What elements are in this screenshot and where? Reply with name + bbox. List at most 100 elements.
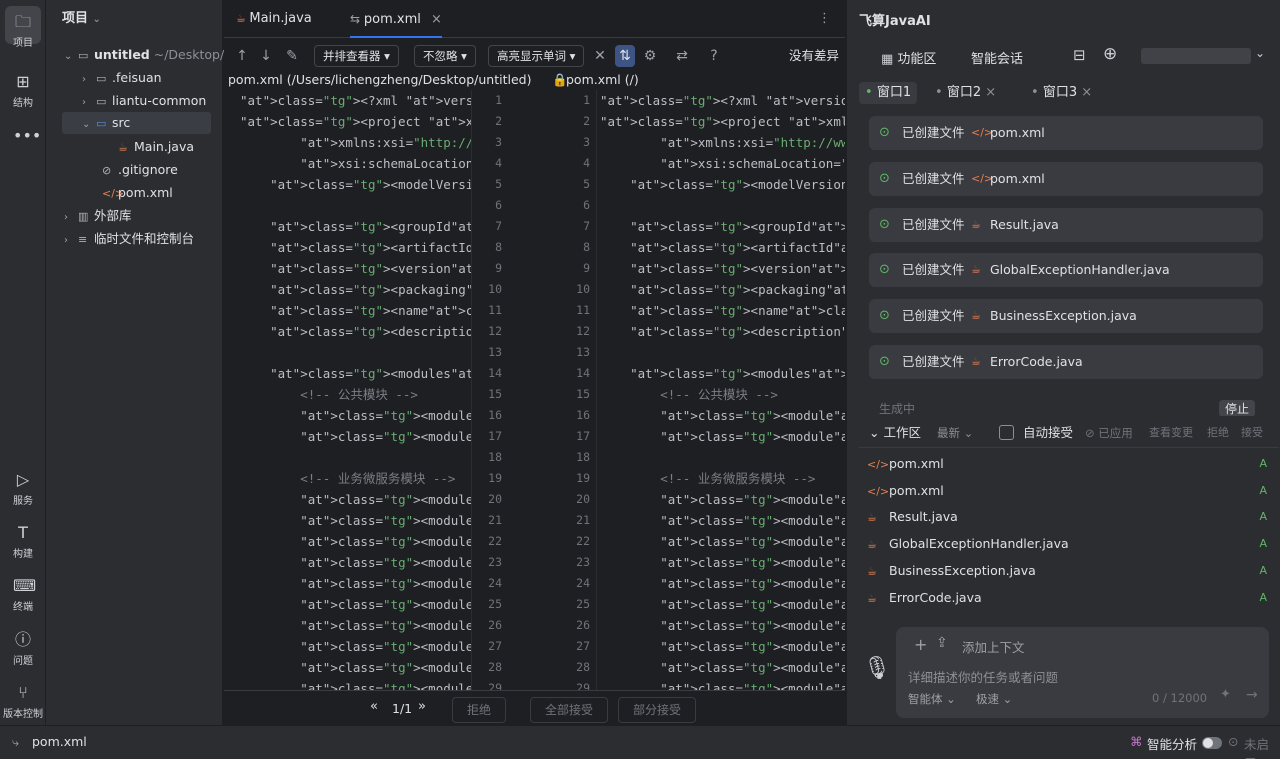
accept-all-button[interactable]: 全部接受 [530, 697, 609, 723]
activity-more[interactable]: ••• [0, 126, 46, 148]
workspace-file-name: pom.xml [889, 456, 944, 471]
reject-button[interactable]: 拒绝 [452, 697, 507, 723]
smart-analysis-toggle[interactable] [1202, 737, 1222, 749]
created-file-card[interactable]: ⊙ 已创建文件 ☕ GlobalExceptionHandler.java [869, 253, 1263, 288]
upload-icon[interactable]: ⇪ [936, 635, 948, 651]
speed-select[interactable]: 极速 ⌄ [976, 691, 1012, 707]
tree-item-liantu-common[interactable]: › ▭ liantu-common [46, 90, 223, 112]
activity-structure[interactable]: ⊞ 结构 [0, 72, 46, 109]
tree-label: untitled [94, 47, 150, 62]
chevron-down-icon: ⌄ [92, 14, 101, 25]
chat-tab[interactable]: 智能会话 [971, 48, 1023, 67]
chevron-down-icon: ⌄ [82, 119, 91, 130]
activity-build[interactable]: T 构建 [0, 523, 46, 560]
stop-button[interactable]: 停止 [1218, 400, 1255, 416]
workspace-file-row[interactable]: ☕ ErrorCode.java A [867, 585, 1273, 611]
ignore-select[interactable]: 不忽略 ▾ [414, 45, 476, 67]
tree-label: pom.xml [118, 185, 173, 200]
window-tab-1[interactable]: • 窗口1 [859, 82, 918, 104]
close-icon[interactable]: × [431, 12, 442, 27]
tab-main-java[interactable]: ☕ Main.java [236, 0, 312, 38]
add-context-button[interactable]: 添加上下文 [962, 637, 1025, 656]
sort-label: 最新 [937, 426, 960, 440]
viewer-select[interactable]: 并排查看器 ▾ [314, 45, 399, 67]
compare-icon[interactable]: ⇄ [672, 45, 692, 67]
right-pane[interactable]: "at">class="tg"><?xml "at">version="1.0"… [600, 90, 845, 690]
activity-problems[interactable]: ⓘ 问题 [0, 630, 46, 667]
workspace-file-row[interactable]: ☕ BusinessException.java A [867, 558, 1273, 584]
created-file-card[interactable]: ⊙ 已创建文件 </> pom.xml [869, 161, 1263, 196]
ai-panel: 飞算JavaAI ▦ 功能区 智能会话 ⊟ ⊕ ⌄ • 窗口1 • 窗口2 × … [846, 0, 1280, 725]
line-number-left: 12 [488, 324, 502, 338]
arrow-down-icon[interactable]: ↓ [256, 45, 276, 67]
arrow-up-icon[interactable]: ↑ [232, 45, 252, 67]
highlight-select[interactable]: 高亮显示单词 ▾ [488, 45, 585, 67]
activity-services[interactable]: ▷ 服务 [0, 470, 46, 507]
view-changes-button[interactable]: 查看变更 [1149, 418, 1193, 448]
features-tab[interactable]: ▦ 功能区 [881, 48, 936, 67]
tree-item-untitled[interactable]: ⌄ ▭ untitled ~/Desktop/u [46, 44, 232, 66]
workspace-file-row[interactable]: ☕ GlobalExceptionHandler.java A [867, 531, 1273, 557]
activity-terminal[interactable]: ⌨ 终端 [0, 576, 46, 613]
reject-all-button[interactable]: 拒绝 [1207, 418, 1229, 448]
magic-wand-icon[interactable]: ✦ [1220, 687, 1231, 702]
line-number-left: 1 [495, 93, 502, 107]
status-file[interactable]: pom.xml [32, 734, 87, 749]
line-number-left: 29 [488, 681, 502, 690]
chevron-right-icon: › [64, 235, 68, 246]
edit-icon[interactable]: ✎ [282, 45, 302, 67]
created-label: 已创建文件 [902, 308, 965, 324]
tree-item-pom-xml[interactable]: </>pom.xml [46, 182, 223, 204]
mode-select[interactable]: 智能体 ⌄ [908, 691, 956, 707]
help-icon[interactable]: ? [704, 45, 724, 67]
close-icon[interactable]: × [1081, 85, 1092, 100]
left-pane[interactable]: "at">class="tg"><?xml "at">version="1.0"… [240, 90, 471, 690]
line-number-left: 7 [495, 219, 502, 233]
accept-all-button[interactable]: 接受 [1241, 418, 1263, 448]
tree-item-src[interactable]: ⌄ ▭ src [62, 112, 211, 134]
chat-input[interactable]: 详细描述你的任务或者问题 [908, 667, 1258, 685]
sort-select[interactable]: 最新 ⌄ [937, 418, 973, 448]
activity-project[interactable]: 🗀 项目 [0, 6, 46, 49]
code-line: <!-- 公共模块 --> [240, 387, 418, 402]
workspace-file-row[interactable]: </>pom.xml A [867, 451, 1273, 477]
history-icon[interactable]: ⊟ [1073, 46, 1086, 64]
collapse-icon[interactable]: ✕ [590, 45, 610, 67]
created-file-card[interactable]: ⊙ 已创建文件 ☕ Result.java [869, 207, 1263, 242]
auto-accept-checkbox[interactable] [999, 425, 1014, 440]
chevron-down-icon[interactable]: ⌄ [1255, 46, 1265, 60]
tab-pom-xml[interactable]: ⇆ pom.xml × [350, 0, 442, 38]
microphone-icon[interactable]: 🎙 [863, 656, 891, 681]
gear-icon[interactable]: ⚙ [640, 45, 660, 67]
sync-scroll-icon[interactable]: ⇅ [615, 45, 635, 67]
created-file-card[interactable]: ⊙ 已创建文件 </> pom.xml [869, 116, 1263, 150]
line-number-right: 22 [576, 534, 590, 548]
window-tab-2[interactable]: • 窗口2 × [935, 82, 996, 104]
window-tab-3[interactable]: • 窗口3 × [1031, 82, 1092, 104]
tree-item-main-java[interactable]: ☕ Main.java [46, 136, 223, 158]
accept-part-button[interactable]: 部分接受 [618, 697, 697, 723]
next-icon[interactable]: » [418, 699, 426, 714]
prev-icon[interactable]: « [370, 699, 378, 714]
created-file-card[interactable]: ⊙ 已创建文件 ☕ BusinessException.java [869, 299, 1263, 334]
code-line: "at">class="tg"><module"at">class="tg">>… [660, 576, 845, 591]
created-file-card[interactable]: ⊙ 已创建文件 ☕ ErrorCode.java [869, 345, 1263, 379]
workspace-toggle[interactable]: ⌄ 工作区 [869, 418, 921, 448]
project-panel: 项目 ⌄ ⌄ ▭ untitled ~/Desktop/u › ▭ .feisuan ›… [46, 0, 232, 725]
close-icon[interactable]: × [985, 85, 996, 100]
send-icon[interactable]: → [1246, 687, 1258, 703]
avatar[interactable] [1141, 48, 1251, 64]
plus-icon[interactable]: + [914, 635, 927, 654]
line-number-right: 17 [576, 429, 590, 443]
tab-options-icon[interactable]: ⋮ [818, 0, 831, 38]
tree-item-gitignore[interactable]: ⊘ .gitignore [46, 159, 223, 181]
project-header[interactable]: 项目 ⌄ [46, 0, 222, 38]
tree-item-scratches[interactable]: › ≡ 临时文件和控制台 [46, 228, 223, 250]
workspace-file-row[interactable]: ☕ Result.java A [867, 504, 1273, 530]
activity-vcs[interactable]: ⑂ 版本控制 [0, 683, 46, 720]
tree-item-external-libs[interactable]: › ▥ 外部库 [46, 205, 223, 227]
tree-item-feisuan[interactable]: › ▭ .feisuan [46, 67, 223, 89]
add-icon[interactable]: ⊕ [1103, 44, 1117, 64]
check-circle-icon: ⊙ [879, 125, 890, 140]
workspace-file-row[interactable]: </>pom.xml A [867, 478, 1273, 504]
